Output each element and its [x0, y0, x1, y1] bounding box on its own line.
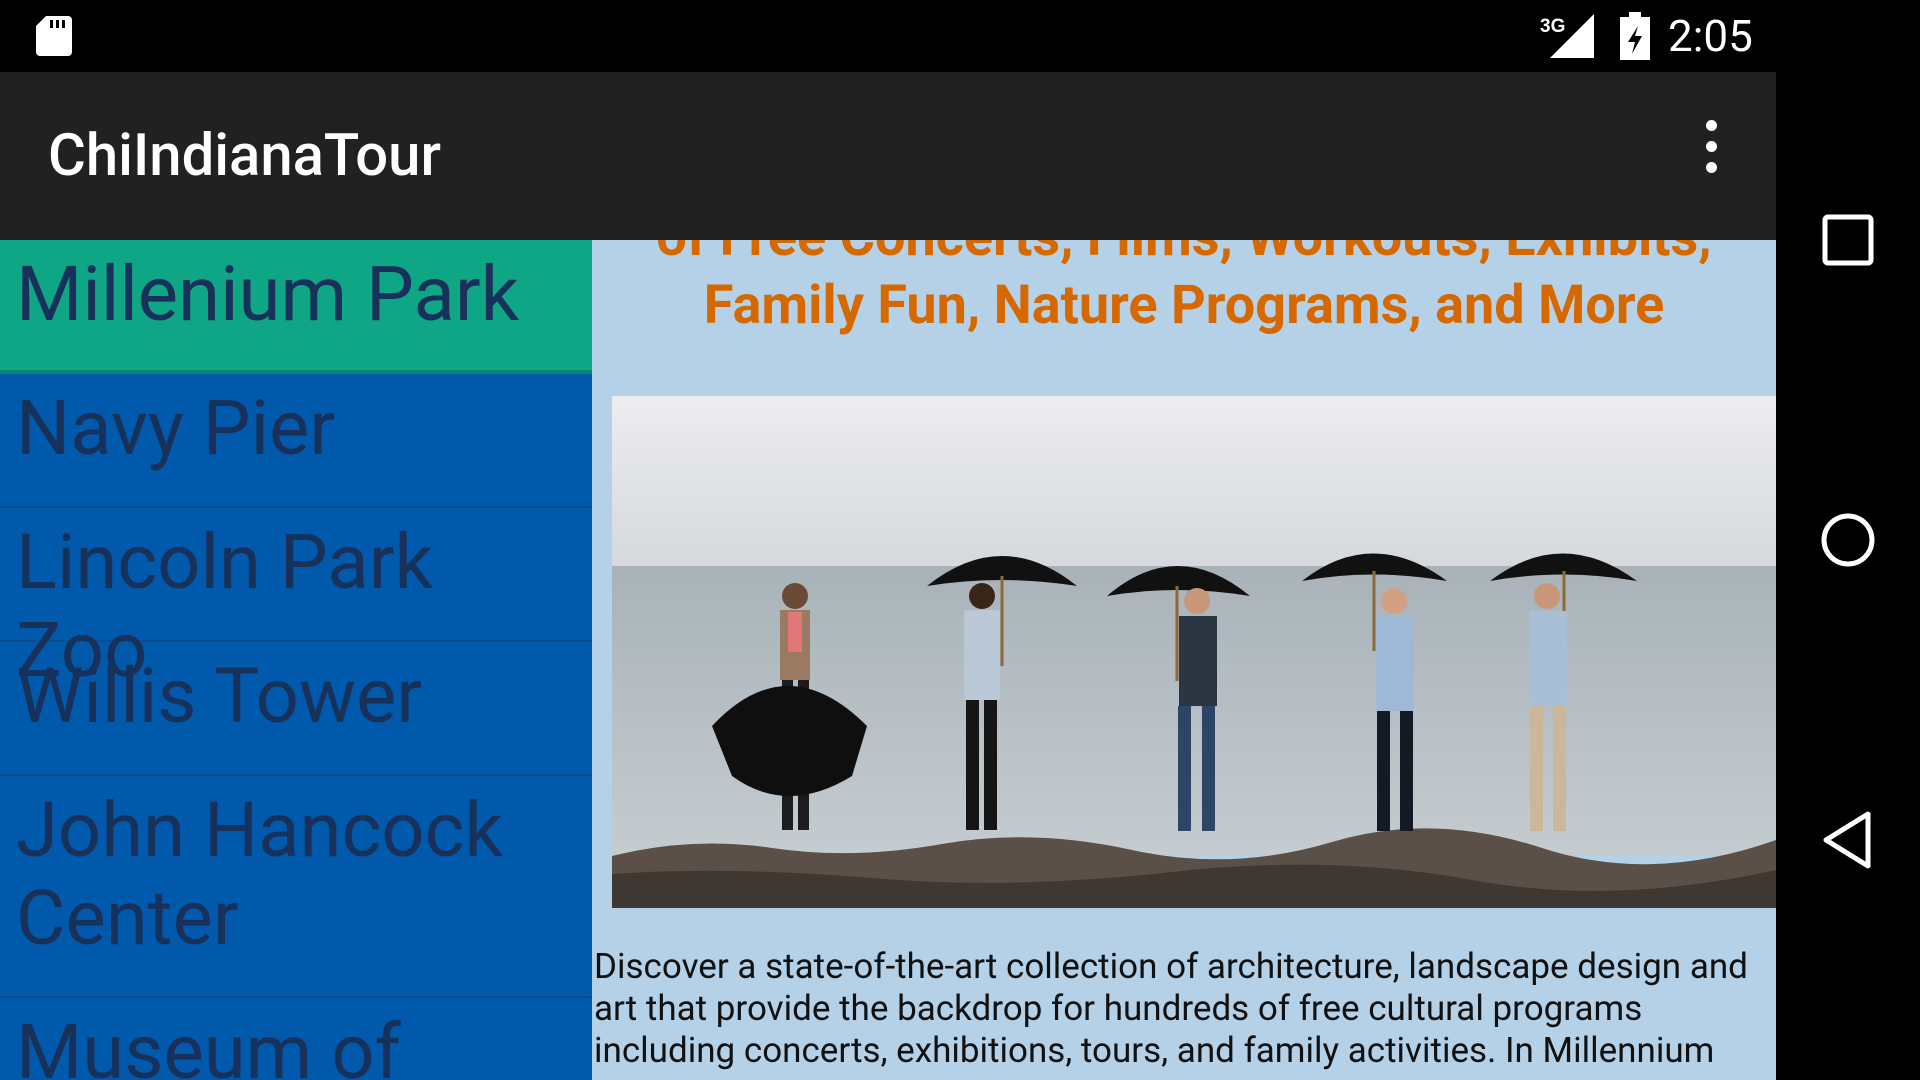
signal-icon: 3G	[1540, 14, 1594, 58]
action-bar: ChiIndianaTour	[0, 72, 1776, 240]
sd-card-icon	[36, 16, 72, 56]
headline: of Free Concerts, Films, Workouts, Exhib…	[656, 240, 1711, 337]
clock: 2:05	[1668, 10, 1753, 62]
battery-icon	[1620, 12, 1650, 60]
sidebar-item-millenium-park[interactable]: Millenium Park	[0, 240, 592, 374]
home-icon[interactable]	[1806, 498, 1890, 582]
svg-text:3G: 3G	[1540, 16, 1565, 37]
back-icon[interactable]	[1806, 798, 1890, 882]
umbrella-photo	[612, 396, 1776, 908]
status-bar: 3G 2:05	[0, 0, 1776, 72]
system-nav-bar	[1776, 0, 1920, 1080]
sidebar-item-lincoln-park-zoo[interactable]: Lincoln Park Zoo	[0, 508, 592, 694]
description-text: Discover a state-of-the-art collection o…	[594, 946, 1748, 1071]
sidebar-item-john-hancock-center[interactable]: John Hancock Center	[0, 776, 592, 998]
sidebar-list: Millenium Park Navy Pier Lincoln Park Zo…	[0, 240, 592, 1080]
content-webview[interactable]: of Free Concerts, Films, Workouts, Exhib…	[592, 240, 1776, 1080]
recents-icon[interactable]	[1806, 198, 1890, 282]
sidebar-item-navy-pier[interactable]: Navy Pier	[0, 374, 592, 508]
sidebar-item-museum-of[interactable]: Museum of	[0, 998, 592, 1080]
more-vert-icon[interactable]	[1696, 120, 1726, 188]
sidebar-item-willis-tower[interactable]: Willis Tower	[0, 642, 592, 776]
app-title: ChiIndianaTour	[48, 122, 441, 190]
